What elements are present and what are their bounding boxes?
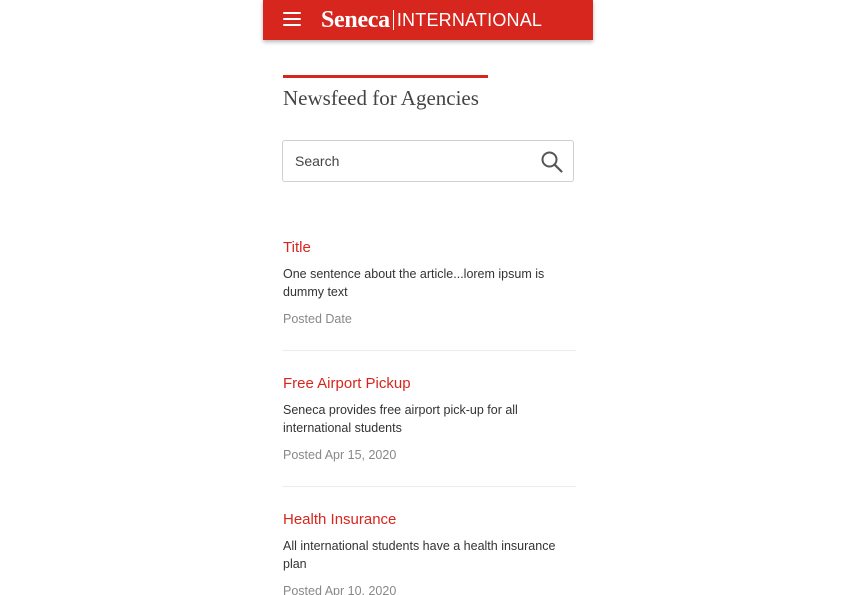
news-item-summary: Seneca provides free airport pick-up for…	[283, 403, 518, 435]
mobile-screen: Seneca INTERNATIONAL Newsfeed for Agenci…	[263, 0, 593, 595]
search-box	[282, 140, 574, 182]
news-item-title[interactable]: Free Airport Pickup	[283, 375, 577, 393]
news-item-title[interactable]: Health Insurance	[283, 511, 577, 529]
app-header: Seneca INTERNATIONAL	[263, 0, 593, 40]
news-item: Health Insurance All international stude…	[283, 511, 577, 595]
title-accent-rule	[283, 75, 488, 78]
search-input[interactable]	[295, 149, 525, 173]
news-item-date: Posted Apr 15, 2020	[283, 448, 397, 462]
hamburger-menu-icon[interactable]	[283, 12, 301, 26]
menu-bar	[283, 12, 301, 14]
search-icon[interactable]	[540, 150, 564, 174]
menu-bar	[283, 18, 301, 20]
logo-brand-text: Seneca	[321, 6, 390, 33]
page-title: Newsfeed for Agencies	[283, 86, 479, 110]
news-item-divider	[282, 350, 576, 351]
logo-divider	[392, 10, 394, 30]
news-item-date: Posted Date	[283, 312, 352, 326]
news-item-summary: All international students have a health…	[283, 539, 556, 571]
seneca-international-logo[interactable]: Seneca INTERNATIONAL	[321, 5, 542, 35]
news-item: Title One sentence about the article...l…	[283, 239, 577, 327]
news-item-summary: One sentence about the article...lorem i…	[283, 267, 545, 299]
logo-sub-text: INTERNATIONAL	[396, 9, 543, 30]
news-item: Free Airport Pickup Seneca provides free…	[283, 375, 577, 463]
news-item-title[interactable]: Title	[283, 239, 577, 257]
news-item-divider	[282, 486, 576, 487]
menu-bar	[283, 24, 301, 26]
news-item-date: Posted Apr 10, 2020	[283, 584, 397, 595]
